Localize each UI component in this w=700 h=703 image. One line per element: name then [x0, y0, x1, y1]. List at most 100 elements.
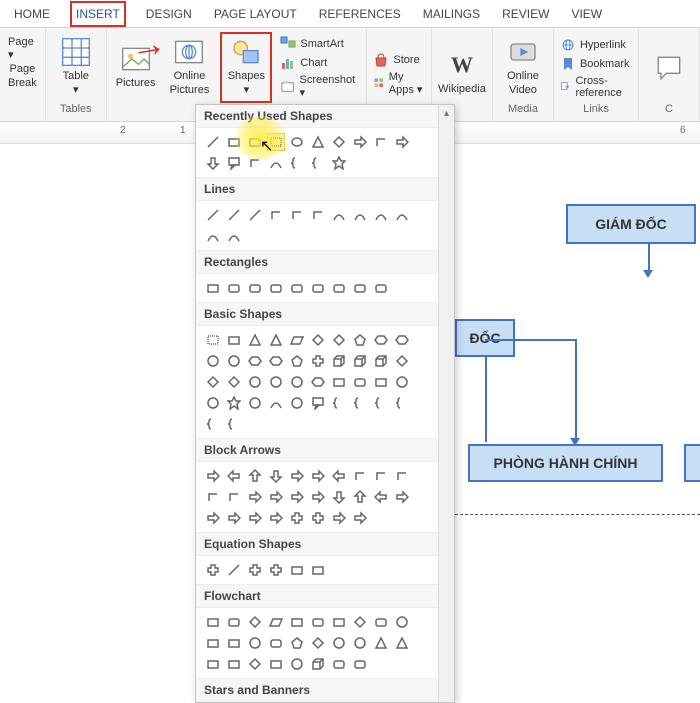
shape-item[interactable]: [372, 634, 390, 652]
page-break-button[interactable]: Break: [8, 77, 37, 89]
shape-item[interactable]: [225, 133, 243, 151]
shape-item[interactable]: [372, 394, 390, 412]
shape-item[interactable]: [351, 352, 369, 370]
shape-item[interactable]: [351, 613, 369, 631]
shape-item[interactable]: [288, 331, 306, 349]
myapps-button[interactable]: My Apps ▾: [373, 71, 425, 96]
shape-item[interactable]: [246, 467, 264, 485]
shape-item[interactable]: [309, 634, 327, 652]
shape-item[interactable]: [246, 154, 264, 172]
shape-item[interactable]: [267, 509, 285, 527]
scroll-up-icon[interactable]: ▴: [439, 105, 454, 121]
shape-item[interactable]: [393, 133, 411, 151]
shape-item[interactable]: [225, 634, 243, 652]
shape-item[interactable]: [288, 133, 306, 151]
shape-item[interactable]: [393, 613, 411, 631]
shape-item[interactable]: [288, 394, 306, 412]
shape-item[interactable]: [225, 655, 243, 673]
shape-item[interactable]: [309, 331, 327, 349]
shape-item[interactable]: [204, 655, 222, 673]
shape-item[interactable]: [288, 352, 306, 370]
shape-item[interactable]: [204, 509, 222, 527]
shape-item[interactable]: [351, 133, 369, 151]
shape-item[interactable]: [204, 331, 222, 349]
shape-item[interactable]: [351, 331, 369, 349]
pictures-button[interactable]: Pictures: [113, 41, 159, 94]
shape-item[interactable]: [393, 394, 411, 412]
shape-item[interactable]: [288, 613, 306, 631]
tab-mailings[interactable]: MAILINGS: [421, 1, 482, 27]
shape-item[interactable]: [204, 279, 222, 297]
shape-item[interactable]: [204, 561, 222, 579]
shape-item[interactable]: [330, 655, 348, 673]
shape-item[interactable]: [204, 394, 222, 412]
shape-item[interactable]: [246, 373, 264, 391]
shape-item[interactable]: [309, 154, 327, 172]
shape-item[interactable]: [267, 634, 285, 652]
shape-item[interactable]: [225, 488, 243, 506]
shape-item[interactable]: [330, 279, 348, 297]
smartart-button[interactable]: SmartArt: [280, 36, 360, 52]
shape-item[interactable]: [225, 352, 243, 370]
shape-item[interactable]: [204, 613, 222, 631]
shape-item[interactable]: [330, 394, 348, 412]
shape-item[interactable]: [225, 509, 243, 527]
shape-item[interactable]: [267, 655, 285, 673]
shape-item[interactable]: [288, 634, 306, 652]
chart-button[interactable]: Chart: [280, 55, 360, 71]
shape-item[interactable]: [330, 133, 348, 151]
shape-item[interactable]: [267, 613, 285, 631]
shape-item[interactable]: [246, 394, 264, 412]
shapes-scrollbar[interactable]: ▴: [438, 105, 454, 702]
shape-item[interactable]: [330, 509, 348, 527]
shape-item[interactable]: [204, 227, 222, 245]
shape-item[interactable]: [288, 467, 306, 485]
bookmark-button[interactable]: Bookmark: [560, 56, 632, 72]
shape-item[interactable]: [351, 206, 369, 224]
blank-page-button[interactable]: Page: [10, 63, 36, 75]
shape-item[interactable]: [372, 331, 390, 349]
wikipedia-button[interactable]: W Wikipedia: [438, 47, 486, 100]
org-box-doc[interactable]: ĐỐC: [455, 319, 515, 357]
shape-item[interactable]: [372, 488, 390, 506]
shape-item[interactable]: [246, 561, 264, 579]
shape-item[interactable]: [309, 352, 327, 370]
shape-item[interactable]: [372, 467, 390, 485]
shape-item[interactable]: [309, 488, 327, 506]
shape-item[interactable]: [288, 488, 306, 506]
shape-item[interactable]: [267, 467, 285, 485]
shape-item[interactable]: [309, 133, 327, 151]
shape-item[interactable]: [330, 154, 348, 172]
shape-item[interactable]: [204, 634, 222, 652]
hyperlink-button[interactable]: Hyperlink: [560, 37, 632, 53]
screenshot-button[interactable]: Screenshot ▾: [280, 74, 360, 99]
shape-item[interactable]: [351, 279, 369, 297]
shape-item[interactable]: [330, 206, 348, 224]
online-pictures-button[interactable]: Online Pictures: [167, 34, 213, 100]
shape-item[interactable]: [225, 613, 243, 631]
shape-item[interactable]: [330, 613, 348, 631]
shape-item[interactable]: [372, 613, 390, 631]
shape-item[interactable]: [204, 488, 222, 506]
tab-design[interactable]: DESIGN: [144, 1, 194, 27]
shape-item[interactable]: [351, 373, 369, 391]
shape-item[interactable]: [225, 206, 243, 224]
shape-item[interactable]: [246, 352, 264, 370]
shape-item[interactable]: [204, 415, 222, 433]
shape-item[interactable]: [393, 331, 411, 349]
shape-item[interactable]: [267, 154, 285, 172]
shape-item[interactable]: [393, 488, 411, 506]
shape-item[interactable]: [246, 509, 264, 527]
shape-item[interactable]: [204, 154, 222, 172]
shape-item[interactable]: [225, 561, 243, 579]
shape-item[interactable]: [204, 467, 222, 485]
shape-item[interactable]: [372, 206, 390, 224]
shape-item[interactable]: [267, 331, 285, 349]
shape-item[interactable]: [267, 352, 285, 370]
comment-button[interactable]: [645, 50, 693, 86]
shape-item[interactable]: [309, 467, 327, 485]
shape-item[interactable]: [267, 488, 285, 506]
shape-item[interactable]: [351, 509, 369, 527]
store-button[interactable]: Store: [373, 52, 425, 68]
shape-item[interactable]: [288, 154, 306, 172]
